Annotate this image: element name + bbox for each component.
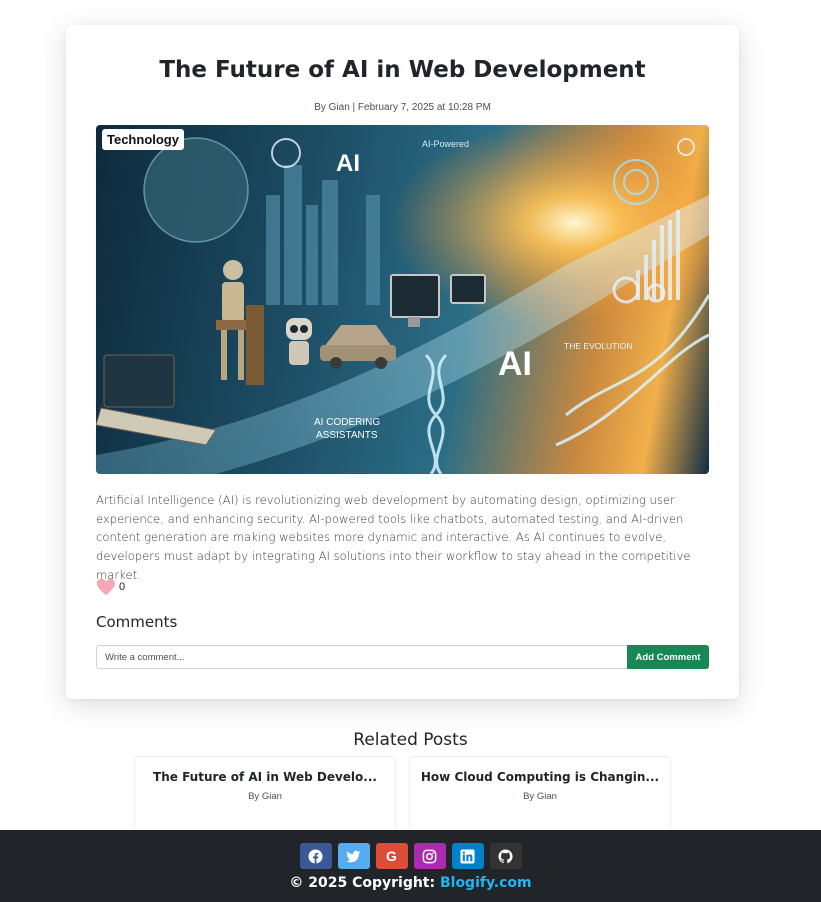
github-button[interactable] [489,843,522,869]
post-card: The Future of AI in Web Development By G… [66,25,739,699]
hero-text-assistants: ASSISTANTS [316,430,378,441]
github-icon [498,848,513,863]
instagram-button[interactable] [413,843,446,869]
related-posts-heading: Related Posts [353,730,468,750]
hero-text-ai-2: AI [498,345,532,383]
post-hero-image: AI AI-Powered AI THE EVOLUTION AI CODERI… [96,125,709,474]
post-meta: By Gian | February 7, 2025 at 10:28 PM [314,102,491,113]
linkedin-icon [460,848,475,864]
facebook-icon [308,848,323,864]
like-count: 0 [119,581,126,593]
related-post-title[interactable]: How Cloud Computing is Changin... [410,770,670,784]
related-post-author: By Gian [523,791,557,802]
hero-text-ai-1: AI [336,150,360,177]
copyright-text: © 2025 Copyright: [289,875,440,891]
like-row: 0 [96,578,125,596]
related-post-card[interactable]: How Cloud Computing is Changin... By Gia… [409,756,671,830]
comment-input[interactable] [96,645,627,669]
heart-icon[interactable] [96,578,116,596]
google-icon: G [386,848,397,864]
category-badge: Technology [102,129,184,150]
footer: G © 2025 Copyright: Blogify.com [0,830,821,902]
brand-link[interactable]: Blogify.com [440,875,532,891]
comments-heading: Comments [96,613,178,631]
google-button[interactable]: G [375,843,408,869]
post-title: The Future of AI in Web Development [159,57,646,83]
hero-illustration: AI AI-Powered AI THE EVOLUTION AI CODERI… [96,125,709,474]
related-post-card[interactable]: The Future of AI in Web Develo... By Gia… [134,756,396,830]
post-body: Artificial Intelligence (AI) is revoluti… [96,493,691,582]
facebook-button[interactable] [299,843,332,869]
hero-text-evolution: THE EVOLUTION [564,341,632,351]
instagram-icon [422,849,437,863]
related-post-title[interactable]: The Future of AI in Web Develo... [135,770,395,784]
copyright: © 2025 Copyright: Blogify.com [0,875,821,891]
twitter-icon [346,850,361,862]
social-links: G [0,843,821,869]
hero-text-ai-powered: AI-Powered [422,139,469,149]
related-post-author: By Gian [248,791,282,802]
twitter-button[interactable] [337,843,370,869]
comment-form: Add Comment [96,645,709,669]
hero-text-coding: AI CODERING [314,417,380,428]
add-comment-button[interactable]: Add Comment [627,645,709,669]
linkedin-button[interactable] [451,843,484,869]
